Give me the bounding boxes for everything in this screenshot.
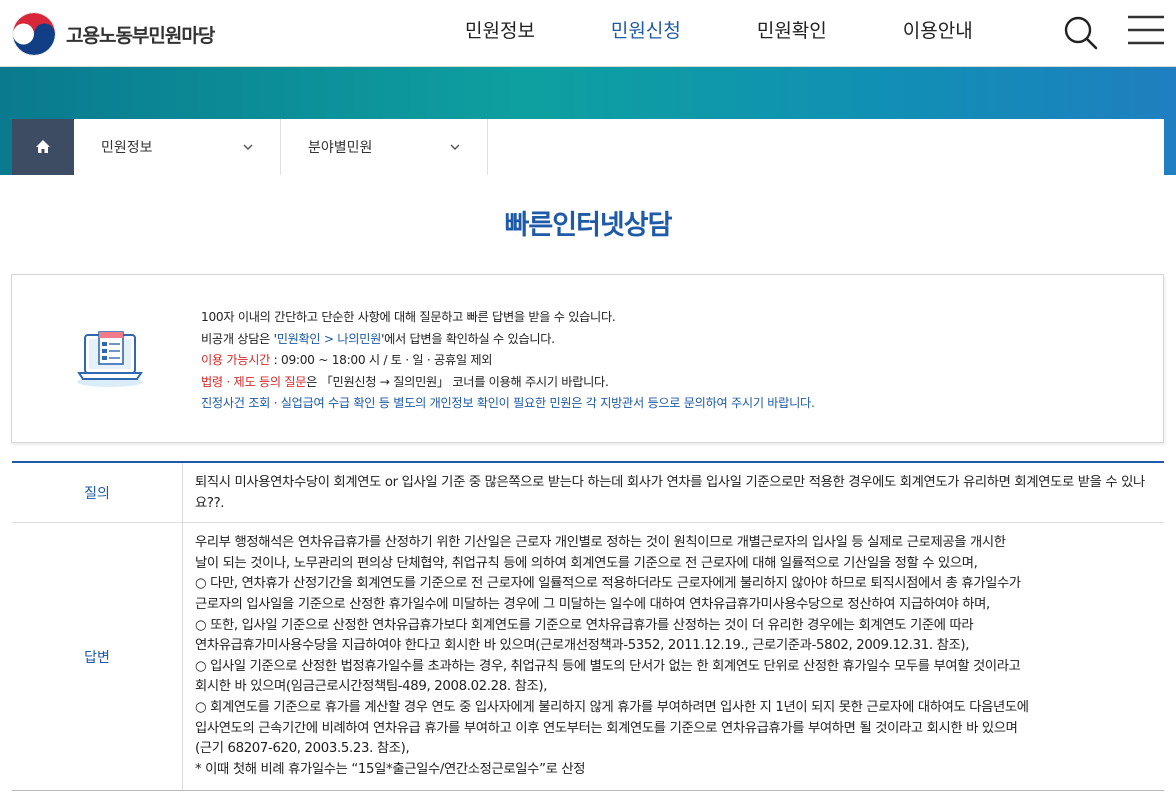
- notice-text-part: '에서 답변을 확인하실 수 있습니다.: [381, 331, 555, 346]
- notice-line-intro: 100자 이내의 간단하고 단순한 사항에 대해 질문하고 빠른 답변을 받을 …: [201, 310, 616, 324]
- notice-line-regional-office: 진정사건 조회 · 실업급여 수급 확인 등 별도의 개인정보 확인이 필요한 …: [201, 396, 815, 410]
- taegeuk-logo-icon: [12, 12, 56, 56]
- hours-label: 이용 가능시간: [201, 353, 271, 367]
- answer-line: 날이 되는 것이나, 노무관리의 편의상 단체협약, 취업규칙 등에 의하여 회…: [195, 555, 978, 571]
- breadcrumb: 민원정보 분야별민원: [12, 119, 1164, 175]
- site-logo[interactable]: 고용노동부민원마당: [11, 11, 215, 57]
- logo-text: 고용노동부민원마당: [66, 24, 215, 47]
- answer-line: (근기 68207-620, 2003.5.23. 참조),: [195, 741, 410, 757]
- answer-line: ○ 또한, 입사일 기준으로 산정한 연차유급휴가보다 회계연도를 기준으로 연…: [195, 617, 974, 633]
- answer-line: ○ 다만, 연차휴가 산정기간을 회계연도를 기준으로 전 근로자에 일률적으로…: [195, 576, 1021, 592]
- answer-line: 근로자의 입사일을 기준으로 산정한 휴가일수에 미달하는 경우에 그 미달하는…: [195, 596, 990, 612]
- notice-line-law: 법령 · 제도 등의 질문은 「민원신청 → 질의민원」 코너를 이용해 주시기…: [201, 372, 815, 394]
- breadcrumb-dropdown-field-complaint[interactable]: 분야별민원: [281, 119, 488, 175]
- main-navigation: 민원정보 민원신청 민원확인 이용안내: [465, 16, 1049, 43]
- answer-row: 답변 우리부 행정해석은 연차유급휴가를 산정하기 위한 기산일은 근로자 개인…: [12, 523, 1164, 791]
- hamburger-menu-icon[interactable]: [1126, 14, 1166, 48]
- question-text: 퇴직시 미사용연차수당이 회계연도 or 입사일 기준 중 많은쪽으로 받는다 …: [195, 475, 1145, 511]
- notice-text-part: 비공개 상담은 ': [201, 331, 277, 346]
- chevron-down-icon: [243, 144, 253, 150]
- home-icon: [36, 140, 50, 153]
- notice-text: 100자 이내의 간단하고 단순한 사항에 대해 질문하고 빠른 답변을 받을 …: [201, 307, 815, 415]
- nav-usage-guide[interactable]: 이용안내: [903, 16, 973, 43]
- answer-line: ○ 회계연도를 기준으로 휴가를 계산할 경우 연도 중 입사자에게 불리하지 …: [195, 699, 1029, 715]
- question-row: 질의 퇴직시 미사용연차수당이 회계연도 or 입사일 기준 중 많은쪽으로 받…: [12, 463, 1164, 524]
- notice-box: 100자 이내의 간단하고 단순한 사항에 대해 질문하고 빠른 답변을 받을 …: [11, 274, 1164, 443]
- site-header: 고용노동부민원마당 민원정보 민원신청 민원확인 이용안내: [0, 0, 1176, 67]
- answer-text: 우리부 행정해석은 연차유급휴가를 산정하기 위한 기산일은 근로자 개인별로 …: [183, 523, 1164, 790]
- breadcrumb-label: 민원정보: [101, 140, 153, 156]
- notice-line-hours: 이용 가능시간 : 09:00 ~ 18:00 시 / 토 · 일 · 공휴일 …: [201, 350, 815, 372]
- breadcrumb-dropdown-complaint-info[interactable]: 민원정보: [74, 119, 281, 175]
- breadcrumb-label: 분야별민원: [308, 140, 373, 156]
- law-question-label: 법령 · 제도 등의 질문: [201, 374, 307, 389]
- home-button[interactable]: [12, 119, 74, 175]
- answer-label: 답변: [12, 523, 183, 791]
- answer-line: 회시한 바 있으며(임금근로시간정책팀-489, 2008.02.28. 참조)…: [195, 679, 548, 695]
- answer-line: ○ 입사일 기준으로 산정한 법정휴가일수를 초과하는 경우, 취업규칙 등에 …: [195, 658, 1021, 674]
- nav-complaint-apply[interactable]: 민원신청: [611, 16, 681, 43]
- page-title: 빠른인터넷상담: [504, 210, 673, 241]
- answer-line: * 이때 첫해 비례 휴가일수는 “15일*출근일수/연간소정근로일수”로 산정: [195, 761, 586, 777]
- search-icon[interactable]: [1063, 15, 1099, 51]
- answer-line: 우리부 행정해석은 연차유급휴가를 산정하기 위한 기산일은 근로자 개인별로 …: [195, 535, 1006, 551]
- answer-line: 입사연도의 근속기간에 비례하여 연차유급 휴가를 부여하고 이후 연도부터는 …: [195, 720, 1018, 736]
- nav-complaint-info[interactable]: 민원정보: [465, 16, 535, 43]
- notice-line-private: 비공개 상담은 '민원확인 > 나의민원'에서 답변을 확인하실 수 있습니다.: [201, 329, 815, 351]
- qa-table: 질의 퇴직시 미사용연차수당이 회계연도 or 입사일 기준 중 많은쪽으로 받…: [12, 461, 1164, 792]
- my-complaint-link[interactable]: 민원확인 > 나의민원: [277, 332, 382, 346]
- law-question-text: 은 「민원신청 → 질의민원」 코너를 이용해 주시기 바랍니다.: [306, 374, 609, 389]
- computer-form-icon: [77, 331, 143, 387]
- chevron-down-icon: [450, 144, 460, 150]
- question-label: 질의: [12, 463, 183, 523]
- nav-complaint-check[interactable]: 민원확인: [757, 16, 827, 43]
- answer-line: 연차유급휴가미사용수당을 지급하여야 한다고 회시한 바 있으며(근로개선정책과…: [195, 638, 970, 654]
- hours-text: : 09:00 ~ 18:00 시 / 토 · 일 · 공휴일 제외: [270, 353, 493, 367]
